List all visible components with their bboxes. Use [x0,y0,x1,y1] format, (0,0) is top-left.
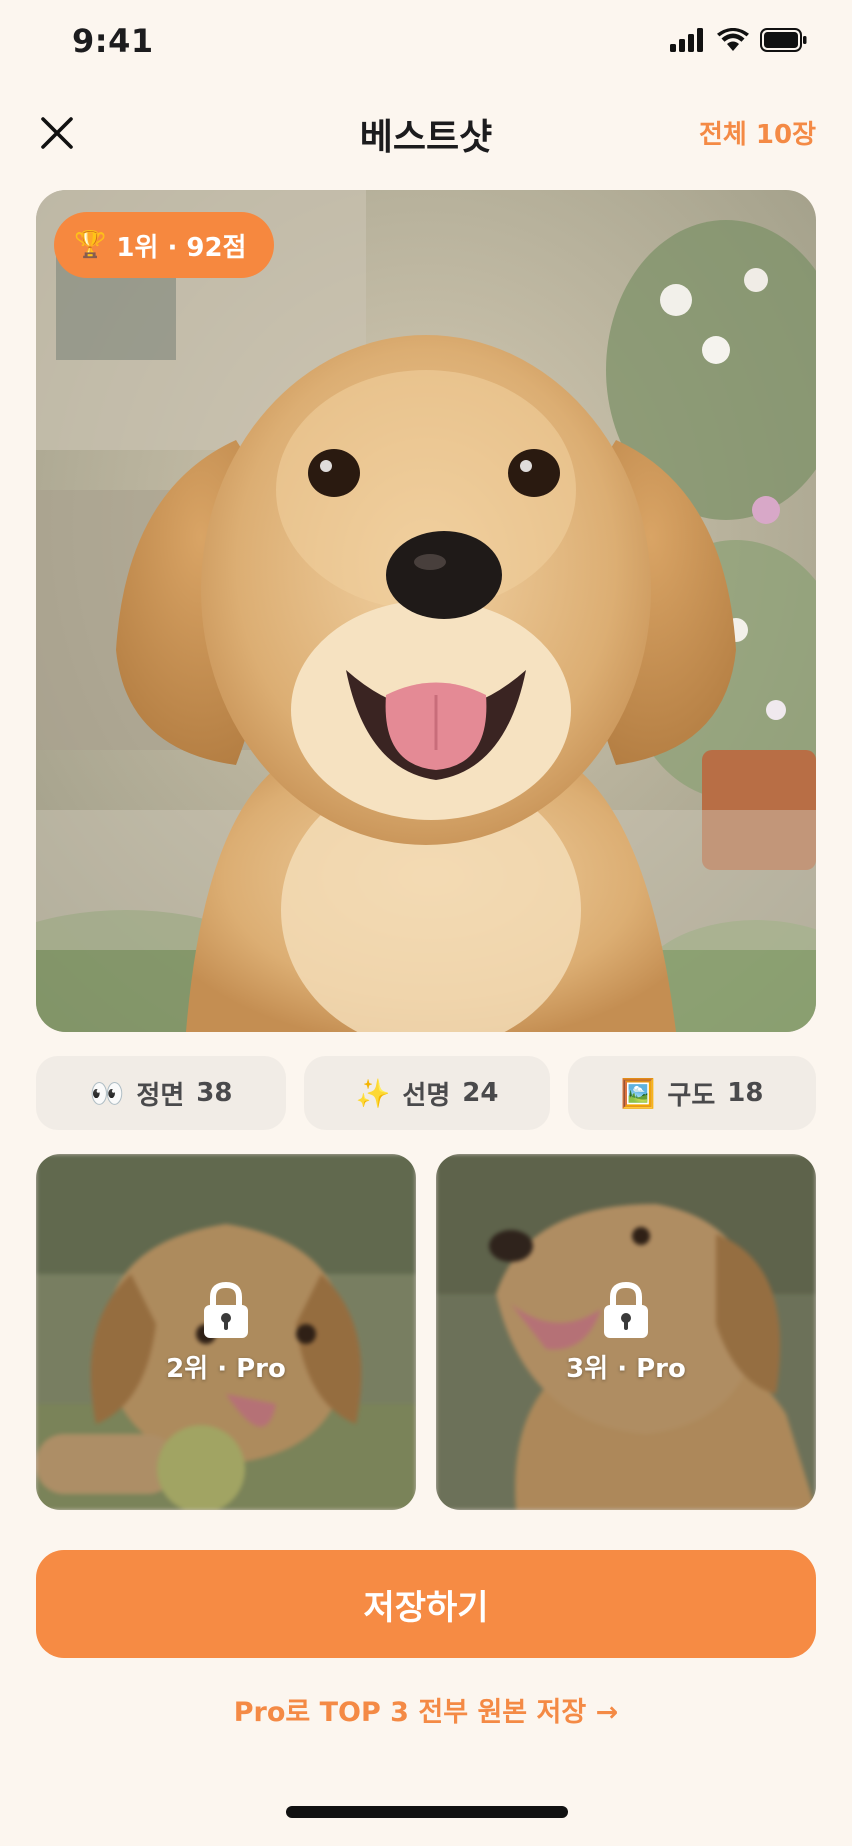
home-indicator [286,1806,568,1818]
locked-thumbnail-3[interactable]: 3위 · Pro [436,1154,816,1510]
lock-icon [204,1281,248,1338]
metric-value: 24 [462,1078,499,1108]
status-icons [670,28,808,52]
all-photos-link[interactable]: 전체 10장 [699,114,816,151]
puppy-photo [36,190,816,1032]
metric-label: 정면 [136,1080,185,1111]
metric-label: 선명 [402,1080,451,1111]
locked-thumbnail-2[interactable]: 2위 · Pro [36,1154,416,1510]
sparkles-icon: ✨ [355,1076,391,1110]
locked-overlay-2: 2위 · Pro [36,1154,416,1510]
metric-value: 18 [727,1078,764,1108]
picture-icon: 🖼️ [620,1076,656,1110]
rank-badge: 🏆 1위 · 92점 [54,212,275,278]
locked-overlay-3: 3위 · Pro [436,1154,816,1510]
best-shot-photo[interactable] [36,190,816,1032]
metric-chip-sharpness: ✨ 선명 24 [304,1056,550,1130]
thumbnail-label: 2위 · Pro [166,1353,286,1384]
metric-chip-composition: 🖼️ 구도 18 [568,1056,816,1130]
battery-icon [760,28,807,52]
wifi-icon [717,28,749,51]
signal-icon [670,28,703,52]
trophy-icon: 🏆 [74,230,107,260]
lock-icon [604,1281,648,1338]
metric-label: 구도 [667,1080,716,1111]
thumbnail-label: 3위 · Pro [566,1353,686,1384]
status-time: 9:41 [72,22,154,60]
eyes-icon: 👀 [89,1076,125,1110]
pro-upgrade-link[interactable]: Pro로 TOP 3 전부 원본 저장 → [0,1690,852,1729]
metric-chip-front: 👀 정면 38 [36,1056,286,1130]
save-button[interactable]: 저장하기 [36,1550,816,1658]
metric-value: 38 [196,1078,233,1108]
rank-badge-text: 1위 · 92점 [116,232,247,263]
